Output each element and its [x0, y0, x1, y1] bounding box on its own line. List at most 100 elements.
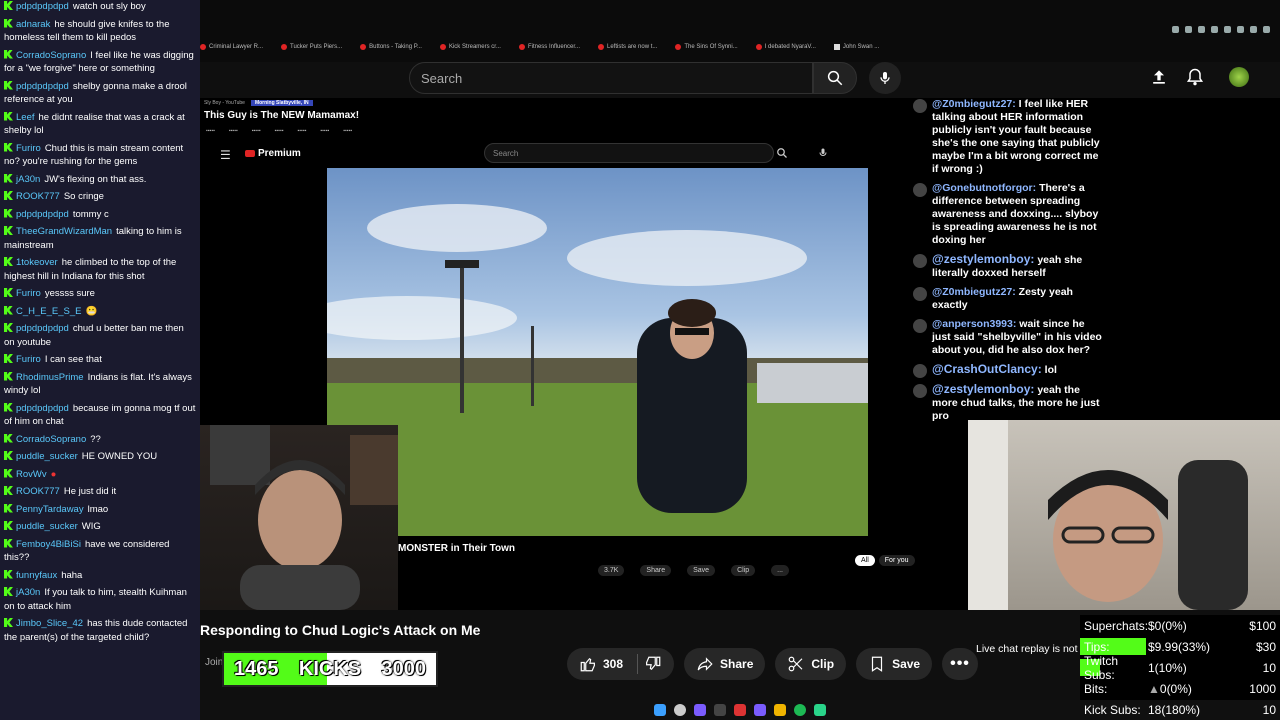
chat-message: jA30n If you talk to him, stealth Kuihman… [4, 587, 187, 612]
youtube-icon [518, 44, 525, 50]
app-icon[interactable] [814, 704, 826, 716]
browser-tab[interactable]: John Swan ... [833, 40, 879, 54]
goal-value: ▲0(0%) [1148, 681, 1192, 696]
spotify-icon[interactable] [794, 704, 806, 716]
extension-icon[interactable] [1224, 26, 1231, 33]
video-frame-field [327, 168, 868, 536]
avatar [913, 384, 927, 398]
chat-message: CorradoSoprano I feel like he was digging… [4, 49, 194, 74]
chat-message: pdpdpdpdpd because im gonna mog tf out of… [4, 402, 196, 427]
goal-label: Tips: [1084, 639, 1110, 654]
inner-chat-message: @Z0mbiegutz27: Zesty yeah exactly [910, 286, 1104, 312]
goal-row: Bits: ▲0(0%) 1000 [1080, 678, 1280, 699]
more-icon: ••• [950, 655, 970, 672]
extension-icon[interactable] [1211, 26, 1218, 33]
download-icon[interactable] [1250, 26, 1257, 33]
chat-message: Jimbo_Slice_42 has this dude contacted th… [4, 618, 188, 643]
inner-browser-tabs: Sly Boy - YouTube Morning Slatbyville, I… [204, 100, 313, 106]
field-scene [327, 204, 868, 536]
inner-chat-message: @Z0mbiegutz27: I feel like HER talking a… [910, 98, 1104, 176]
kick-badge-icon [4, 587, 13, 596]
goal-label: Superchats: [1084, 618, 1149, 633]
kick-badge-icon [4, 18, 13, 28]
emote-icon: ● [50, 468, 57, 480]
kick-badge-icon [4, 618, 13, 627]
kick-badge-icon [4, 468, 13, 478]
extension-icon[interactable] [1185, 26, 1192, 33]
webcam-person [968, 420, 1248, 610]
app-icon[interactable] [754, 704, 766, 716]
windows-start-icon[interactable] [654, 704, 666, 716]
goal-value: $0(0%) [1148, 618, 1187, 633]
extension-icon[interactable] [1198, 26, 1205, 33]
inner-chat-message: @Gonebutnotforgor: There's a difference … [910, 182, 1104, 247]
join-button[interactable]: Join [205, 657, 223, 668]
more-actions-button[interactable]: ••• [942, 648, 978, 680]
kicks-goal-text: 1465 KICKS 3000 [224, 653, 436, 685]
notifications-button[interactable] [1185, 67, 1205, 92]
inner-search-input: Search [484, 143, 774, 163]
chat-message: pdpdpdpdpd watch out sly boy [0, 0, 200, 18]
upload-button[interactable] [1149, 67, 1169, 92]
inner-tab: Sly Boy - YouTube [204, 100, 245, 106]
kick-badge-icon [4, 305, 13, 315]
kick-badge-icon [4, 371, 13, 381]
zoom-icon[interactable] [1172, 26, 1179, 33]
menu-icon[interactable] [1263, 26, 1270, 33]
browser-tab[interactable]: Fitness Influencer... [518, 40, 580, 54]
browser-tab[interactable]: I debated NyaraV... [755, 40, 816, 54]
chat-message: Furiro Chud this is main stream content n… [4, 142, 184, 167]
avatar[interactable] [1229, 67, 1249, 87]
browser-tab[interactable]: Tucker Puts Piers... [281, 40, 342, 54]
inner-like: 3.7K [598, 565, 625, 576]
chat-message: TheeGrandWizardMan talking to him is main… [4, 226, 182, 251]
chrome-icon[interactable] [734, 704, 746, 716]
browser-tab[interactable]: Leftists are now t... [598, 40, 657, 54]
inner-chat-message: @anperson3993: wait since he just said "… [910, 318, 1104, 357]
inner-save: Save [687, 565, 716, 576]
browser-tab[interactable]: Criminal Lawyer R... [200, 40, 263, 54]
clip-button[interactable]: Clip [775, 648, 847, 680]
inner-share: Share [640, 565, 672, 576]
chat-message: RovWv ● [0, 468, 200, 486]
emote-icon: 😬 [85, 305, 98, 317]
goal-value: $9.99(33%) [1148, 639, 1211, 654]
browser-tab[interactable]: Kick Streamers cr... [439, 40, 501, 54]
search-button[interactable] [813, 62, 857, 94]
share-button[interactable]: Share [684, 648, 766, 680]
browser-tab[interactable]: The Sins Of Synni... [675, 40, 738, 54]
search-icon[interactable] [674, 704, 686, 716]
chat-message: Leef he didnt realise that was a crack at… [4, 111, 185, 136]
inner-chat-message: @zestylemonboy: yeah the more chud talks… [910, 383, 1104, 423]
scissors-icon [789, 656, 803, 672]
extension-icon[interactable] [1237, 26, 1244, 33]
browser-tab[interactable]: Buttons - Taking P... [360, 40, 422, 54]
kick-badge-icon [4, 538, 13, 548]
inner-chat-message: @CrashOutClancy: lol [910, 363, 1104, 378]
folder-icon[interactable] [774, 704, 786, 716]
kick-badge-icon [4, 521, 13, 530]
search-input[interactable]: Search [409, 62, 813, 94]
kick-badge-icon [4, 80, 13, 90]
divider [637, 654, 639, 674]
live-chat-replay-notice: Live chat replay is not [976, 643, 1078, 655]
voice-search-button[interactable] [869, 62, 901, 94]
goal-value: 18(180%) [1148, 702, 1201, 717]
youtube-icon [755, 44, 762, 50]
thumbs-down-icon[interactable] [644, 655, 662, 673]
goal-target: $100 [1249, 618, 1276, 633]
obs-icon[interactable] [714, 704, 726, 716]
thumbs-up-icon [580, 657, 595, 672]
youtube-icon [360, 44, 367, 50]
chat-message: 1tokeover he climbed to the top of the hi… [4, 257, 177, 282]
kick-badge-icon [4, 49, 13, 59]
chat-message: Furiro I can see that [0, 353, 200, 371]
search-icon [827, 70, 843, 86]
save-button[interactable]: Save [856, 648, 933, 680]
like-button[interactable]: 308 [567, 648, 675, 680]
goal-target: 10 [1262, 702, 1276, 717]
youtube-icon [598, 44, 604, 50]
chat-message: C_H_E_E_S_E 😬 [0, 305, 200, 323]
kick-badge-icon [4, 288, 13, 297]
discord-icon[interactable] [694, 704, 706, 716]
